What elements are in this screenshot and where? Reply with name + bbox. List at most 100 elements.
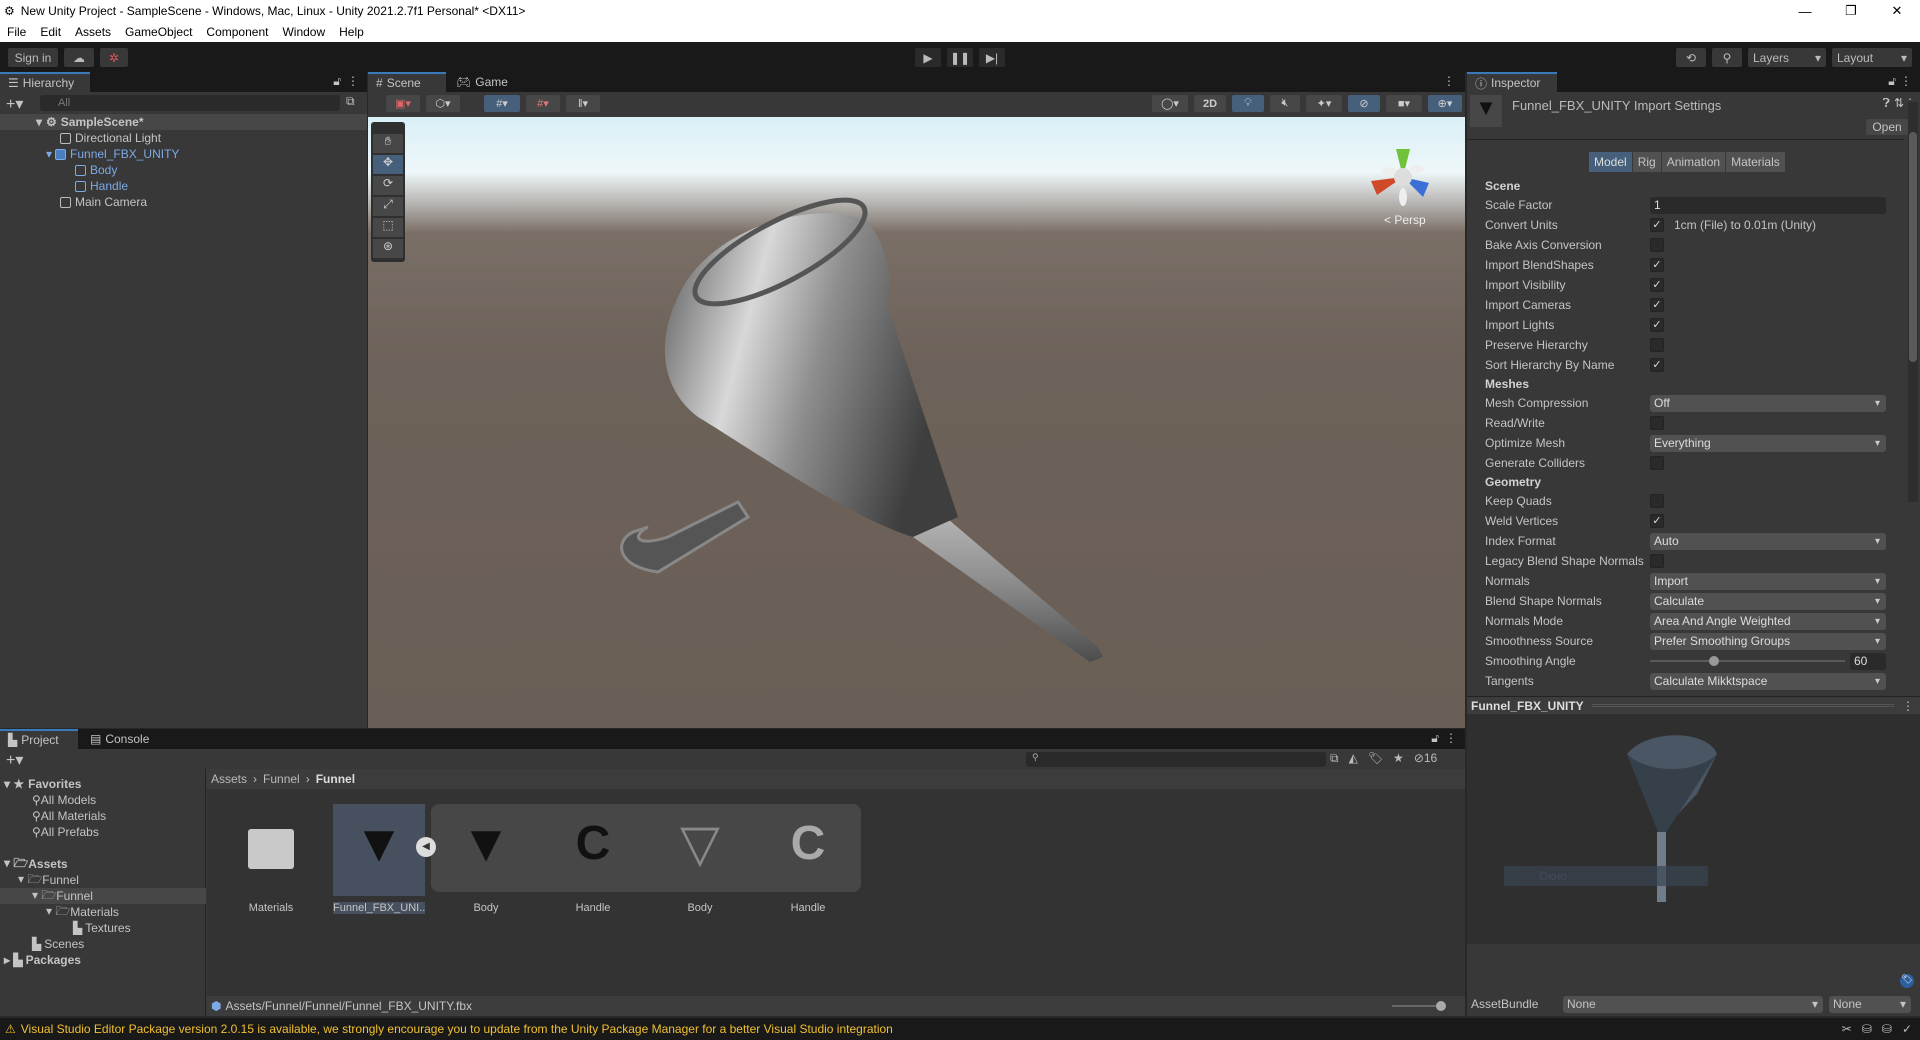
icon-size-slider[interactable] <box>1392 1001 1446 1011</box>
setting-dropdown[interactable]: Area And Angle Weighted <box>1650 612 1886 630</box>
hierarchy-item-main-camera[interactable]: Main Camera <box>60 194 147 210</box>
setting-checkbox[interactable]: ✓ <box>1650 278 1664 292</box>
assetbundle-variant-dropdown[interactable]: None ▾ <box>1829 995 1911 1013</box>
grid-snap-toggle[interactable]: #▾ <box>484 95 520 112</box>
status-bar[interactable]: ⚠ Visual Studio Editor Package version 2… <box>0 1018 1920 1040</box>
slider-thumb[interactable] <box>1709 656 1720 666</box>
snap-increment-dropdown[interactable]: #▾ <box>526 95 560 112</box>
setting-dropdown[interactable]: Auto <box>1650 532 1886 550</box>
asset-funnel-fbx[interactable]: ▼ Funnel_FBX_UNI... <box>333 804 425 914</box>
scene-search-icon[interactable]: ⧉ <box>346 94 355 109</box>
scene-viewport[interactable]: ✋︎ ✥ ⟳ ⤢ ⬚ ⊛ < Persp <box>368 117 1465 728</box>
assetbundle-name-dropdown[interactable]: None ▾ <box>1563 995 1823 1013</box>
move-tool[interactable]: ✥ <box>373 155 403 174</box>
search-window-icon[interactable]: ⧉ <box>1330 751 1339 766</box>
check-icon[interactable]: ✓ <box>1902 1022 1912 1036</box>
layout-dropdown[interactable]: Layout ▾ <box>1832 48 1912 67</box>
ruler-dropdown[interactable]: ‖▾ <box>566 95 600 112</box>
favorite-all-prefabs[interactable]: ⚲ All Prefabs <box>32 824 99 840</box>
filter-label-icon[interactable]: 🏷︎ <box>1368 751 1383 766</box>
lighting-toggle[interactable]: 💡︎ <box>1232 95 1264 112</box>
minimize-button[interactable]: — <box>1782 0 1828 22</box>
tab-console[interactable]: ▤ Console <box>82 729 157 749</box>
tab-hierarchy[interactable]: ☰ Hierarchy <box>0 72 90 92</box>
tree-textures[interactable]: ▙ Textures <box>73 920 131 936</box>
asset-body-mesh[interactable]: ▼ Body <box>440 804 532 914</box>
audio-toggle[interactable]: 🔇︎ <box>1270 95 1300 112</box>
hierarchy-item-directional-light[interactable]: Directional Light <box>60 130 161 146</box>
tab-inspector[interactable]: ⓘ Inspector <box>1467 72 1557 92</box>
progress-icon[interactable]: ⛁ <box>1882 1022 1892 1036</box>
setting-checkbox[interactable] <box>1650 456 1664 470</box>
tab-model[interactable]: Model <box>1589 152 1632 172</box>
rotate-tool[interactable]: ⟳ <box>373 176 403 195</box>
setting-dropdown[interactable]: Calculate Mikktspace <box>1650 672 1886 690</box>
setting-checkbox[interactable] <box>1650 338 1664 352</box>
step-button[interactable]: ▶| <box>979 48 1005 67</box>
history-icon[interactable]: ⟲ <box>1676 48 1706 67</box>
hand-tool[interactable]: ✋︎ <box>373 134 403 153</box>
asset-handle-mesh[interactable]: C Handle <box>547 804 639 914</box>
menu-help[interactable]: Help <box>332 25 371 39</box>
setting-checkbox[interactable] <box>1650 554 1664 568</box>
setting-checkbox[interactable]: ✓ <box>1650 514 1664 528</box>
rect-tool[interactable]: ⬚ <box>373 218 403 237</box>
layers-dropdown[interactable]: Layers ▾ <box>1748 48 1826 67</box>
tree-funnel-sub[interactable]: ▾ 🗁︎ Funnel <box>0 888 206 904</box>
slider-value-input[interactable]: 60 <box>1850 652 1886 670</box>
2d-toggle[interactable]: 2D <box>1194 95 1226 112</box>
more-icon[interactable]: ⋮ <box>1443 74 1455 88</box>
setting-checkbox[interactable]: ✓ <box>1650 258 1664 272</box>
search-icon[interactable]: ⚲ <box>1712 48 1742 67</box>
tab-scene[interactable]: # Scene <box>368 72 446 92</box>
setting-checkbox[interactable]: ✓ <box>1650 218 1664 232</box>
setting-dropdown[interactable]: Everything <box>1650 434 1886 452</box>
setting-checkbox[interactable]: ✓ <box>1650 298 1664 312</box>
menu-component[interactable]: Component <box>199 25 275 39</box>
hierarchy-item-handle[interactable]: Handle <box>75 178 128 194</box>
setting-checkbox[interactable]: ✓ <box>1650 358 1664 372</box>
breadcrumb-funnel[interactable]: Funnel <box>263 772 300 786</box>
hierarchy-search-input[interactable]: All <box>40 95 340 111</box>
hierarchy-item-body[interactable]: Body <box>75 162 117 178</box>
tab-rig[interactable]: Rig <box>1632 152 1661 172</box>
collapse-prefab-button[interactable]: ◀ <box>416 837 436 857</box>
scene-root[interactable]: ▾ ⚙ SampleScene* <box>0 114 367 130</box>
play-button[interactable]: ▶ <box>915 48 941 67</box>
setting-input[interactable]: 1 <box>1650 196 1886 214</box>
breadcrumb-assets[interactable]: Assets <box>211 772 247 786</box>
orientation-gizmo[interactable] <box>1363 137 1443 217</box>
menu-window[interactable]: Window <box>275 25 332 39</box>
tree-materials[interactable]: ▾ 🗁︎ Materials <box>46 904 119 920</box>
favorite-star-icon[interactable]: ★ <box>1393 751 1404 766</box>
scale-tool[interactable]: ⤢ <box>373 197 403 216</box>
more-icon[interactable]: ⋮ <box>1900 74 1912 88</box>
tab-animation[interactable]: Animation <box>1661 152 1726 172</box>
create-button[interactable]: +▾ <box>6 750 23 770</box>
projection-label[interactable]: < Persp <box>1384 213 1426 227</box>
inspector-scrollbar[interactable] <box>1908 102 1918 502</box>
lock-icon[interactable]: 🔓︎ <box>1888 74 1896 89</box>
debug-icon[interactable]: ✂ <box>1842 1022 1852 1036</box>
open-button[interactable]: Open <box>1866 119 1908 135</box>
setting-checkbox[interactable]: ✓ <box>1650 318 1664 332</box>
breadcrumb-funnel-current[interactable]: Funnel <box>316 772 355 786</box>
favorite-all-materials[interactable]: ⚲ All Materials <box>32 808 106 824</box>
setting-dropdown[interactable]: Calculate <box>1650 592 1886 610</box>
render-mode-dropdown[interactable]: ⬡▾ <box>426 95 460 112</box>
setting-checkbox[interactable] <box>1650 238 1664 252</box>
shading-dropdown[interactable]: ◯▾ <box>1152 95 1188 112</box>
preset-icon[interactable]: ⇅ <box>1894 96 1904 110</box>
tab-project[interactable]: ▙ Project <box>0 729 78 749</box>
hierarchy-item-funnel[interactable]: ▾ Funnel_FBX_UNITY <box>46 146 179 162</box>
setting-checkbox[interactable] <box>1650 416 1664 430</box>
tree-favorites[interactable]: ▾ ★ Favorites <box>4 776 81 792</box>
menu-edit[interactable]: Edit <box>33 25 68 39</box>
label-icon[interactable]: 🏷︎ <box>1900 974 1914 988</box>
gizmos-dropdown[interactable]: ⊕▾ <box>1428 95 1462 112</box>
asset-handle-wire[interactable]: C Handle <box>762 804 854 914</box>
cloud-icon[interactable]: ☁ <box>64 48 94 67</box>
lock-icon[interactable]: 🔓︎ <box>333 74 341 89</box>
model-preview[interactable]: Окно <box>1467 714 1920 944</box>
hidden-packages-toggle[interactable]: ⊘16 <box>1414 751 1437 766</box>
